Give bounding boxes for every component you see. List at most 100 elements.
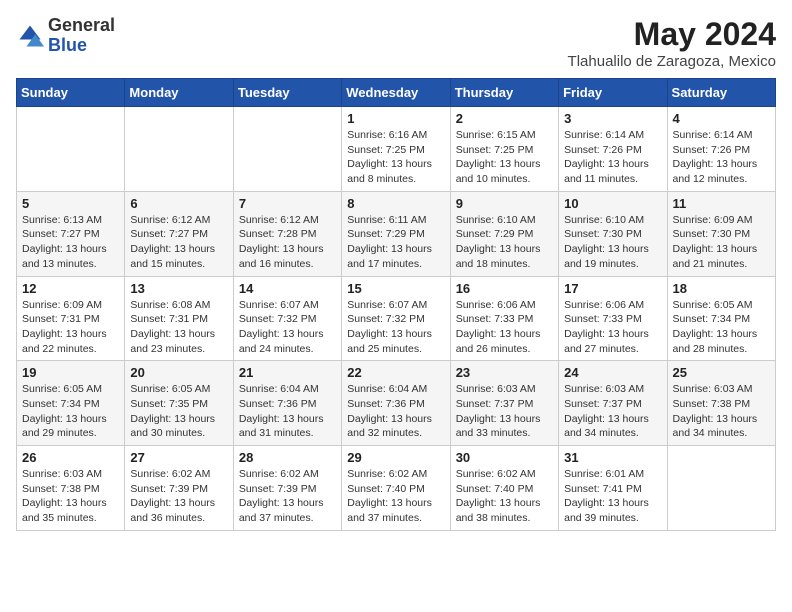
day-number: 2	[456, 111, 553, 126]
day-detail: Sunrise: 6:06 AM Sunset: 7:33 PM Dayligh…	[564, 298, 661, 357]
calendar-cell: 29 Sunrise: 6:02 AM Sunset: 7:40 PM Dayli…	[342, 446, 450, 531]
day-detail: Sunrise: 6:02 AM Sunset: 7:39 PM Dayligh…	[130, 467, 227, 526]
day-number: 23	[456, 365, 553, 380]
day-detail: Sunrise: 6:09 AM Sunset: 7:30 PM Dayligh…	[673, 213, 770, 272]
weekday-header-sunday: Sunday	[17, 79, 125, 107]
calendar-cell: 7 Sunrise: 6:12 AM Sunset: 7:28 PM Daylig…	[233, 191, 341, 276]
weekday-header-thursday: Thursday	[450, 79, 558, 107]
calendar-cell	[125, 107, 233, 192]
day-number: 20	[130, 365, 227, 380]
day-number: 10	[564, 196, 661, 211]
day-detail: Sunrise: 6:06 AM Sunset: 7:33 PM Dayligh…	[456, 298, 553, 357]
day-number: 16	[456, 281, 553, 296]
day-number: 1	[347, 111, 444, 126]
calendar-cell: 19 Sunrise: 6:05 AM Sunset: 7:34 PM Dayli…	[17, 361, 125, 446]
calendar-cell: 24Sunrise: 6:03 AM Sunset: 7:37 PM Dayli…	[559, 361, 667, 446]
calendar-cell: 31Sunrise: 6:01 AM Sunset: 7:41 PM Dayli…	[559, 446, 667, 531]
calendar-week-1: 1 Sunrise: 6:16 AM Sunset: 7:25 PM Daylig…	[17, 107, 776, 192]
calendar-cell: 4 Sunrise: 6:14 AM Sunset: 7:26 PM Daylig…	[667, 107, 775, 192]
day-detail: Sunrise: 6:08 AM Sunset: 7:31 PM Dayligh…	[130, 298, 227, 357]
calendar-cell: 10 Sunrise: 6:10 AM Sunset: 7:30 PM Dayli…	[559, 191, 667, 276]
calendar-cell: 2 Sunrise: 6:15 AM Sunset: 7:25 PM Daylig…	[450, 107, 558, 192]
day-detail: Sunrise: 6:15 AM Sunset: 7:25 PM Dayligh…	[456, 128, 553, 187]
day-number: 15	[347, 281, 444, 296]
day-number: 3	[564, 111, 661, 126]
day-number: 29	[347, 450, 444, 465]
day-detail: Sunrise: 6:02 AM Sunset: 7:40 PM Dayligh…	[456, 467, 553, 526]
location-title: Tlahualilo de Zaragoza, Mexico	[568, 53, 776, 70]
weekday-header-saturday: Saturday	[667, 79, 775, 107]
day-number: 8	[347, 196, 444, 211]
calendar-cell: 3 Sunrise: 6:14 AM Sunset: 7:26 PM Daylig…	[559, 107, 667, 192]
logo-general-text: General	[48, 15, 115, 35]
day-detail: Sunrise: 6:01 AM Sunset: 7:41 PM Dayligh…	[564, 467, 661, 526]
calendar-cell	[17, 107, 125, 192]
day-number: 12	[22, 281, 119, 296]
day-detail: Sunrise: 6:02 AM Sunset: 7:40 PM Dayligh…	[347, 467, 444, 526]
day-detail: Sunrise: 6:05 AM Sunset: 7:35 PM Dayligh…	[130, 382, 227, 441]
day-detail: Sunrise: 6:04 AM Sunset: 7:36 PM Dayligh…	[347, 382, 444, 441]
day-number: 9	[456, 196, 553, 211]
calendar-week-2: 5 Sunrise: 6:13 AM Sunset: 7:27 PM Daylig…	[17, 191, 776, 276]
day-number: 25	[673, 365, 770, 380]
calendar-cell: 30 Sunrise: 6:02 AM Sunset: 7:40 PM Dayli…	[450, 446, 558, 531]
calendar-cell: 11 Sunrise: 6:09 AM Sunset: 7:30 PM Dayli…	[667, 191, 775, 276]
weekday-header-tuesday: Tuesday	[233, 79, 341, 107]
title-block: May 2024 Tlahualilo de Zaragoza, Mexico	[568, 16, 776, 70]
day-number: 5	[22, 196, 119, 211]
day-number: 27	[130, 450, 227, 465]
day-detail: Sunrise: 6:10 AM Sunset: 7:30 PM Dayligh…	[564, 213, 661, 272]
day-detail: Sunrise: 6:16 AM Sunset: 7:25 PM Dayligh…	[347, 128, 444, 187]
day-detail: Sunrise: 6:05 AM Sunset: 7:34 PM Dayligh…	[673, 298, 770, 357]
day-detail: Sunrise: 6:03 AM Sunset: 7:37 PM Dayligh…	[564, 382, 661, 441]
calendar-cell: 1 Sunrise: 6:16 AM Sunset: 7:25 PM Daylig…	[342, 107, 450, 192]
calendar-cell: 17Sunrise: 6:06 AM Sunset: 7:33 PM Dayli…	[559, 276, 667, 361]
calendar-cell: 28Sunrise: 6:02 AM Sunset: 7:39 PM Dayli…	[233, 446, 341, 531]
day-number: 18	[673, 281, 770, 296]
day-number: 21	[239, 365, 336, 380]
day-number: 19	[22, 365, 119, 380]
calendar-cell: 13 Sunrise: 6:08 AM Sunset: 7:31 PM Dayli…	[125, 276, 233, 361]
calendar-cell: 15 Sunrise: 6:07 AM Sunset: 7:32 PM Dayli…	[342, 276, 450, 361]
calendar-week-4: 19 Sunrise: 6:05 AM Sunset: 7:34 PM Dayli…	[17, 361, 776, 446]
calendar-cell: 16 Sunrise: 6:06 AM Sunset: 7:33 PM Dayli…	[450, 276, 558, 361]
calendar-cell: 22 Sunrise: 6:04 AM Sunset: 7:36 PM Dayli…	[342, 361, 450, 446]
calendar-cell: 21Sunrise: 6:04 AM Sunset: 7:36 PM Dayli…	[233, 361, 341, 446]
day-number: 6	[130, 196, 227, 211]
day-detail: Sunrise: 6:02 AM Sunset: 7:39 PM Dayligh…	[239, 467, 336, 526]
day-number: 22	[347, 365, 444, 380]
calendar-cell: 23 Sunrise: 6:03 AM Sunset: 7:37 PM Dayli…	[450, 361, 558, 446]
day-detail: Sunrise: 6:12 AM Sunset: 7:27 PM Dayligh…	[130, 213, 227, 272]
day-detail: Sunrise: 6:07 AM Sunset: 7:32 PM Dayligh…	[347, 298, 444, 357]
calendar-week-5: 26 Sunrise: 6:03 AM Sunset: 7:38 PM Dayli…	[17, 446, 776, 531]
day-detail: Sunrise: 6:03 AM Sunset: 7:38 PM Dayligh…	[22, 467, 119, 526]
calendar-table: SundayMondayTuesdayWednesdayThursdayFrid…	[16, 78, 776, 531]
day-number: 13	[130, 281, 227, 296]
day-detail: Sunrise: 6:13 AM Sunset: 7:27 PM Dayligh…	[22, 213, 119, 272]
day-detail: Sunrise: 6:12 AM Sunset: 7:28 PM Dayligh…	[239, 213, 336, 272]
calendar-cell: 18 Sunrise: 6:05 AM Sunset: 7:34 PM Dayli…	[667, 276, 775, 361]
day-detail: Sunrise: 6:14 AM Sunset: 7:26 PM Dayligh…	[673, 128, 770, 187]
calendar-cell	[233, 107, 341, 192]
day-detail: Sunrise: 6:14 AM Sunset: 7:26 PM Dayligh…	[564, 128, 661, 187]
day-number: 30	[456, 450, 553, 465]
calendar-body: 1 Sunrise: 6:16 AM Sunset: 7:25 PM Daylig…	[17, 107, 776, 531]
day-detail: Sunrise: 6:05 AM Sunset: 7:34 PM Dayligh…	[22, 382, 119, 441]
day-number: 11	[673, 196, 770, 211]
day-detail: Sunrise: 6:10 AM Sunset: 7:29 PM Dayligh…	[456, 213, 553, 272]
calendar-cell: 20 Sunrise: 6:05 AM Sunset: 7:35 PM Dayli…	[125, 361, 233, 446]
day-number: 26	[22, 450, 119, 465]
calendar-cell	[667, 446, 775, 531]
calendar-cell: 14Sunrise: 6:07 AM Sunset: 7:32 PM Dayli…	[233, 276, 341, 361]
weekday-header-monday: Monday	[125, 79, 233, 107]
day-detail: Sunrise: 6:09 AM Sunset: 7:31 PM Dayligh…	[22, 298, 119, 357]
day-number: 4	[673, 111, 770, 126]
day-number: 7	[239, 196, 336, 211]
day-detail: Sunrise: 6:11 AM Sunset: 7:29 PM Dayligh…	[347, 213, 444, 272]
month-title: May 2024	[568, 16, 776, 53]
day-detail: Sunrise: 6:03 AM Sunset: 7:37 PM Dayligh…	[456, 382, 553, 441]
page-header: General Blue May 2024 Tlahualilo de Zara…	[16, 16, 776, 70]
weekday-header-friday: Friday	[559, 79, 667, 107]
calendar-cell: 25Sunrise: 6:03 AM Sunset: 7:38 PM Dayli…	[667, 361, 775, 446]
calendar-header: SundayMondayTuesdayWednesdayThursdayFrid…	[17, 79, 776, 107]
